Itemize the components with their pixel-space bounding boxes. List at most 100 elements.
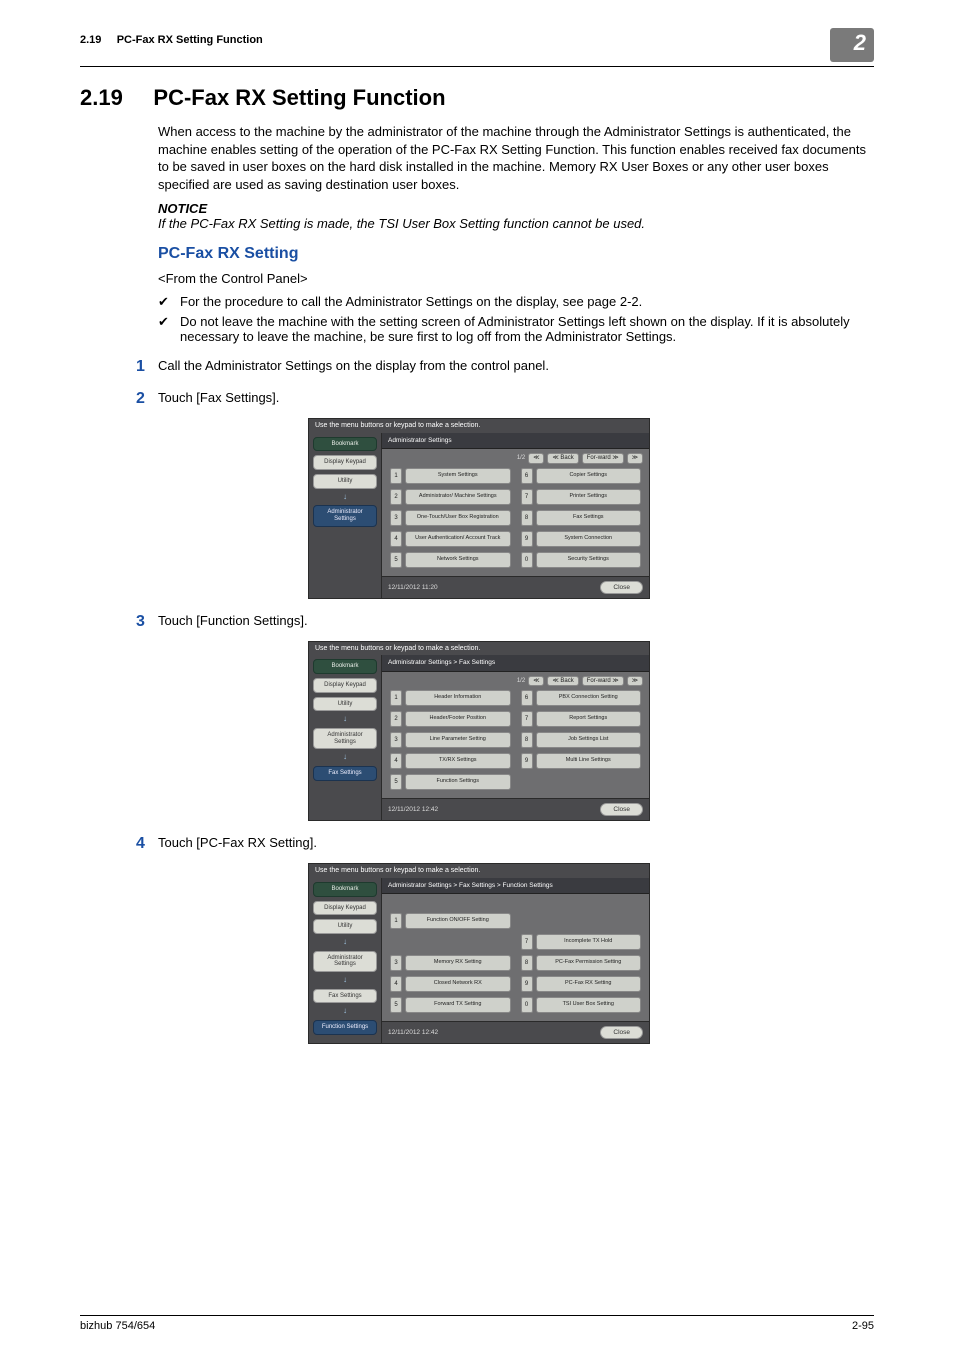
step-row: 2 Touch [Fax Settings]. [136, 390, 874, 408]
panel-hint: Use the menu buttons or keypad to make a… [309, 864, 649, 878]
pc-fax-permission-setting-button[interactable]: PC-Fax Permission Setting [536, 955, 642, 971]
menu-index: 9 [521, 531, 533, 547]
menu-index: 4 [390, 753, 402, 769]
step-number: 4 [136, 835, 158, 853]
close-button[interactable]: Close [600, 581, 643, 594]
prereq-text: Do not leave the machine with the settin… [180, 314, 874, 344]
pager-last-button[interactable]: ≫ [627, 676, 643, 687]
security-settings-button[interactable]: Security Settings [536, 552, 642, 568]
pager-back-button[interactable]: ≪ Back [547, 676, 578, 687]
one-touch-userbox-button[interactable]: One-Touch/User Box Registration [405, 510, 511, 526]
menu-index: 1 [390, 913, 402, 929]
pager-first-button[interactable]: ≪ [528, 676, 544, 687]
function-on-off-setting-button[interactable]: Function ON/OFF Setting [405, 913, 511, 929]
prereq-text: For the procedure to call the Administra… [180, 294, 642, 309]
fax-settings-button[interactable]: Fax Settings [536, 510, 642, 526]
menu-index: 9 [521, 753, 533, 769]
chevron-down-icon: ↓ [313, 753, 377, 762]
fax-settings-side-button[interactable]: Fax Settings [313, 989, 377, 1004]
step-number: 2 [136, 390, 158, 408]
step-text: Touch [Fax Settings]. [158, 390, 279, 405]
panel-hint: Use the menu buttons or keypad to make a… [309, 642, 649, 656]
bookmark-button[interactable]: Bookmark [313, 659, 377, 674]
chapter-badge: 2 [830, 28, 874, 62]
step-text: Touch [Function Settings]. [158, 613, 308, 628]
heading-title: PC-Fax RX Setting Function [153, 85, 445, 110]
chevron-down-icon: ↓ [313, 976, 377, 985]
panel-hint: Use the menu buttons or keypad to make a… [309, 419, 649, 433]
function-settings-button[interactable]: Function Settings [405, 774, 511, 790]
pager-first-button[interactable]: ≪ [528, 453, 544, 464]
menu-index: 7 [521, 934, 533, 950]
job-settings-list-button[interactable]: Job Settings List [536, 732, 642, 748]
report-settings-button[interactable]: Report Settings [536, 711, 642, 727]
admin-machine-settings-button[interactable]: Administrator/ Machine Settings [405, 489, 511, 505]
printer-settings-button[interactable]: Printer Settings [536, 489, 642, 505]
chevron-down-icon: ↓ [313, 1007, 377, 1016]
utility-button[interactable]: Utility [313, 697, 377, 712]
header-footer-position-button[interactable]: Header/Footer Position [405, 711, 511, 727]
menu-index: 1 [390, 690, 402, 706]
header-information-button[interactable]: Header Information [405, 690, 511, 706]
pager-indicator: 1/2 [517, 455, 525, 462]
forward-tx-setting-button[interactable]: Forward TX Setting [405, 997, 511, 1013]
step-text: Touch [PC-Fax RX Setting]. [158, 835, 317, 850]
multi-line-settings-button[interactable]: Multi Line Settings [536, 753, 642, 769]
menu-index: 2 [390, 489, 402, 505]
utility-button[interactable]: Utility [313, 919, 377, 934]
menu-index: 2 [390, 711, 402, 727]
menu-index: 7 [521, 711, 533, 727]
pbx-connection-setting-button[interactable]: PBX Connection Setting [536, 690, 642, 706]
menu-index: 4 [390, 976, 402, 992]
display-keypad-button[interactable]: Display Keypad [313, 678, 377, 693]
line-parameter-setting-button[interactable]: Line Parameter Setting [405, 732, 511, 748]
administrator-settings-button[interactable]: Administrator Settings [313, 728, 377, 749]
page-title: 2.19 PC-Fax RX Setting Function [80, 85, 874, 111]
user-auth-account-button[interactable]: User Authentication/ Account Track [405, 531, 511, 547]
page-footer: bizhub 754/654 2-95 [80, 1315, 874, 1332]
memory-rx-setting-button[interactable]: Memory RX Setting [405, 955, 511, 971]
closed-network-rx-button[interactable]: Closed Network RX [405, 976, 511, 992]
fax-settings-side-button[interactable]: Fax Settings [313, 766, 377, 781]
check-icon: ✔ [158, 294, 180, 310]
menu-index: 0 [521, 997, 533, 1013]
function-settings-side-button[interactable]: Function Settings [313, 1020, 377, 1035]
menu-index: 9 [521, 976, 533, 992]
step-text: Call the Administrator Settings on the d… [158, 358, 549, 373]
step-number: 3 [136, 613, 158, 631]
bookmark-button[interactable]: Bookmark [313, 882, 377, 897]
menu-index: 4 [390, 531, 402, 547]
tx-rx-settings-button[interactable]: TX/RX Settings [405, 753, 511, 769]
network-settings-button[interactable]: Network Settings [405, 552, 511, 568]
tsi-user-box-setting-button[interactable]: TSI User Box Setting [536, 997, 642, 1013]
footer-left: bizhub 754/654 [80, 1320, 155, 1332]
pc-fax-rx-setting-button[interactable]: PC-Fax RX Setting [536, 976, 642, 992]
display-keypad-button[interactable]: Display Keypad [313, 901, 377, 916]
menu-index: 3 [390, 510, 402, 526]
utility-button[interactable]: Utility [313, 474, 377, 489]
running-head-title: PC-Fax RX Setting Function [117, 34, 263, 46]
pager-last-button[interactable]: ≫ [627, 453, 643, 464]
system-settings-button[interactable]: System Settings [405, 468, 511, 484]
bookmark-button[interactable]: Bookmark [313, 437, 377, 452]
breadcrumb: Administrator Settings > Fax Settings > … [382, 878, 649, 894]
administrator-settings-button[interactable]: Administrator Settings [313, 951, 377, 972]
incomplete-tx-hold-button[interactable]: Incomplete TX Hold [536, 934, 642, 950]
close-button[interactable]: Close [600, 803, 643, 816]
pager-forward-button[interactable]: For-ward ≫ [582, 676, 624, 687]
close-button[interactable]: Close [600, 1026, 643, 1039]
pager-back-button[interactable]: ≪ Back [547, 453, 578, 464]
fax-settings-panel: Use the menu buttons or keypad to make a… [308, 641, 650, 822]
function-settings-panel: Use the menu buttons or keypad to make a… [308, 863, 650, 1044]
panel-timestamp: 12/11/2012 11:20 [388, 584, 438, 591]
copier-settings-button[interactable]: Copier Settings [536, 468, 642, 484]
display-keypad-button[interactable]: Display Keypad [313, 455, 377, 470]
footer-right: 2-95 [852, 1320, 874, 1332]
pager-forward-button[interactable]: For-ward ≫ [582, 453, 624, 464]
menu-index: 5 [390, 552, 402, 568]
chevron-down-icon: ↓ [313, 493, 377, 502]
administrator-settings-button[interactable]: Administrator Settings [313, 505, 377, 526]
admin-settings-panel: Use the menu buttons or keypad to make a… [308, 418, 650, 599]
system-connection-button[interactable]: System Connection [536, 531, 642, 547]
menu-index: 7 [521, 489, 533, 505]
